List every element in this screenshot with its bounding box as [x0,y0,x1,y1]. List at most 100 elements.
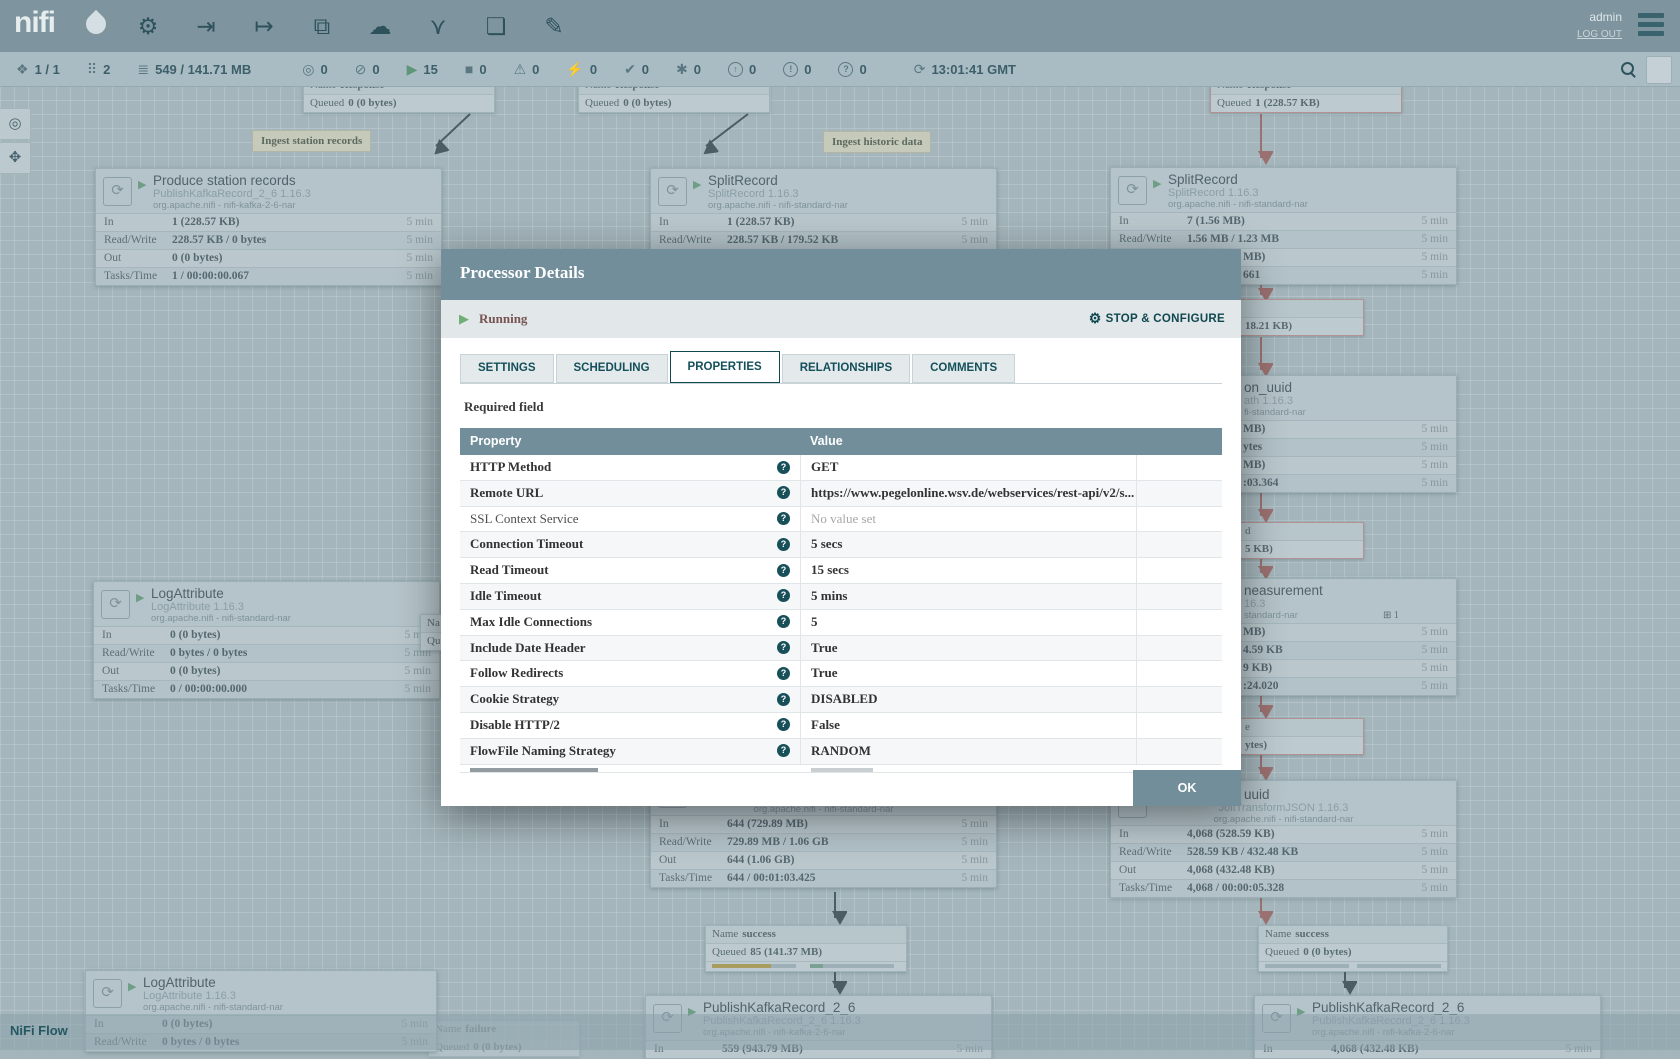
processor-icon[interactable]: ⚙ [130,8,166,44]
processor-title-fragment: neasurement [1244,583,1323,598]
table-row[interactable]: Cookie Strategy?DISABLED [460,687,1222,713]
processor-details-dialog: Processor Details ▶ Running ⚙STOP & CONF… [441,249,1241,806]
stat-window: 5 min [406,268,433,284]
stat-window: 5 min [406,232,433,248]
stop-and-configure-button[interactable]: ⚙STOP & CONFIGURE [1089,310,1225,327]
running-status-text: Running [479,311,527,327]
processor-title: SplitRecord [708,173,778,188]
table-row[interactable]: Max Idle Connections?5 [460,610,1222,636]
label-icon[interactable]: ✎ [536,8,572,44]
stat-value: 4,068 / 00:00:05.328 [1187,880,1284,896]
stat-value-fragment: 661 [1243,267,1260,283]
processor-bundle: org.apache.nifi - nifi-standard-nar [143,1002,283,1013]
stat-label: Read/Write [659,834,712,850]
processor-type: SplitRecord 1.16.3 [1168,187,1259,199]
remote-process-group-icon[interactable]: ☁ [362,8,398,44]
table-row[interactable]: Read Timeout?15 secs [460,558,1222,584]
refresh-icon[interactable]: ⟳ [914,61,926,78]
help-icon[interactable]: ? [777,538,790,551]
processor-icon: ⟳ [1118,176,1147,205]
help-icon[interactable]: ? [777,564,790,577]
tab-scheduling[interactable]: SCHEDULING [556,354,668,383]
operate-palette-button[interactable]: ✥ [0,142,31,174]
stat-window: 5 min [961,870,988,886]
table-row[interactable]: FlowFile Naming Strategy?RANDOM [460,739,1222,765]
connection-queued-label: Qu [427,635,440,647]
template-icon[interactable]: ❏ [478,8,514,44]
connection-label[interactable]: Namesuccess Queued85 (141.37 MB) [705,925,907,972]
run-status-icon: ▶ [136,591,144,604]
logout-link[interactable]: LOG OUT [1577,29,1622,40]
global-menu-icon[interactable] [1638,13,1664,40]
stat-window: 5 min [961,214,988,230]
invalid-count: 0 [532,62,539,77]
connection-name: success [742,928,776,940]
help-icon[interactable]: ? [777,693,790,706]
table-row[interactable]: Connection Timeout?5 secs [460,532,1222,558]
cluster-count: 1 / 1 [35,62,60,77]
not-transmitting-icon: ⊘ [355,61,367,78]
canvas-label[interactable]: Ingest station records [252,130,371,152]
help-icon[interactable]: ? [777,667,790,680]
help-icon[interactable]: ? [777,744,790,757]
processor-title: Produce station records [153,173,296,188]
active-threads-icon: ⠿ [87,61,97,78]
run-status-icon: ▶ [128,980,136,993]
processor-card[interactable]: ⟳ ▶ Produce station records PublishKafka… [95,168,442,286]
stat-value: 4,068 (432.48 KB) [1187,862,1275,878]
table-row[interactable]: Disable HTTP/2?False [460,713,1222,739]
funnel-icon[interactable]: ⋎ [420,8,456,44]
help-icon[interactable]: ? [777,615,790,628]
search-icon[interactable] [1621,62,1634,75]
connection-label-fragment[interactable]: Na Qu [420,614,442,651]
connection-name: success [1295,928,1329,940]
stat-value-fragment: :24.020 [1243,678,1278,694]
connection-label-fragment[interactable]: 18.21 KB) [1238,299,1364,336]
table-row[interactable]: Follow Redirects?True [460,661,1222,687]
table-row[interactable]: Include Date Header?True [460,636,1222,662]
tab-relationships[interactable]: RELATIONSHIPS [782,354,910,383]
connection-name-label: Na [427,617,440,629]
connection-queued: 0 (0 bytes) [1303,946,1351,958]
stat-window: 5 min [1421,231,1448,247]
stat-value: 644 (1.06 GB) [727,852,794,868]
birdseye-toggle-icon[interactable] [1646,56,1672,84]
invalid-icon: ⚠ [514,61,527,78]
tab-settings[interactable]: SETTINGS [460,354,554,383]
table-row[interactable]: Idle Timeout?5 mins [460,584,1222,610]
table-row[interactable]: HTTP Method?GET [460,455,1222,481]
breadcrumb[interactable]: NiFi Flow [10,1023,68,1038]
help-icon[interactable]: ? [777,512,790,525]
canvas-label[interactable]: Ingest historic data [823,131,931,153]
table-row[interactable]: SSL Context Service?No value set [460,507,1222,533]
processor-card[interactable]: ⟳ ▶ LogAttribute LogAttribute 1.16.3 org… [93,581,440,699]
run-status-icon: ▶ [1153,177,1161,190]
help-icon[interactable]: ? [777,641,790,654]
connection-label-fragment[interactable]: e ytes) [1238,718,1364,755]
input-port-icon[interactable]: ⇥ [188,8,224,44]
locally-modified-stale-count: 0 [804,62,811,77]
navigate-palette-button[interactable]: ◎ [0,108,31,140]
connection-label[interactable]: Namesuccess Queued0 (0 bytes) [1258,925,1448,972]
stopped-count: 0 [479,62,486,77]
ok-button[interactable]: OK [1133,770,1241,806]
table-row[interactable]: Remote URL?https://www.pegelonline.wsv.d… [460,481,1222,507]
tab-comments[interactable]: COMMENTS [912,354,1015,383]
process-group-icon[interactable]: ⧉ [304,8,340,44]
help-icon[interactable]: ? [777,589,790,602]
processor-bundle: org.apache.nifi - nifi-standard-nar [1111,814,1456,825]
help-icon[interactable]: ? [777,718,790,731]
stat-value-fragment: MB) [1243,457,1265,473]
stat-value-fragment: :03.364 [1243,475,1278,491]
transmitting-count: 0 [320,62,327,77]
dialog-status-bar: ▶ Running ⚙STOP & CONFIGURE [441,300,1241,338]
properties-table: Property Value HTTP Method?GET Remote UR… [460,428,1222,773]
help-icon[interactable]: ? [777,461,790,474]
up-to-date-icon: ✔ [624,61,636,78]
stat-value-fragment: 9 KB) [1243,660,1272,676]
output-port-icon[interactable]: ↦ [246,8,282,44]
connection-label-fragment[interactable]: d 5 KB) [1238,522,1364,559]
tab-properties[interactable]: PROPERTIES [670,351,780,383]
processor-icon: ⟳ [93,979,122,1008]
help-icon[interactable]: ? [777,486,790,499]
